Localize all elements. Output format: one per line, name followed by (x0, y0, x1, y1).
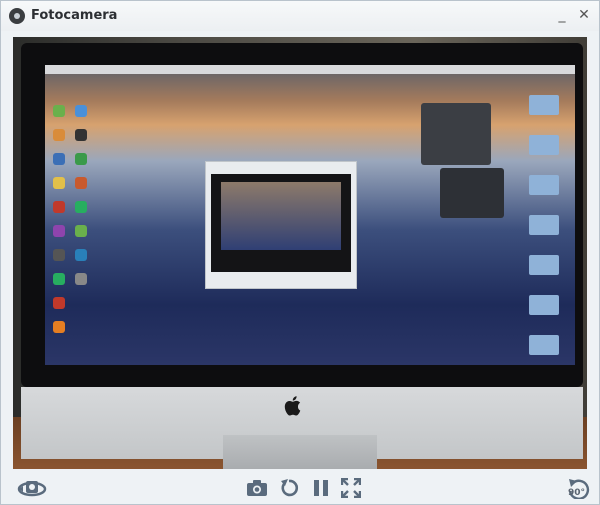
preview-nested-view (211, 174, 351, 272)
preview-menubar (45, 65, 575, 74)
preview-phone-panel-secondary (440, 168, 504, 218)
preview-imac-bezel (21, 43, 583, 387)
take-photo-button[interactable] (245, 476, 269, 500)
close-button[interactable]: ✕ (575, 6, 593, 24)
preview-imac-stand (223, 435, 377, 469)
preview-folders (523, 95, 573, 365)
preview-phone-panel (421, 103, 491, 165)
rotate-label: 90° (568, 488, 586, 498)
pause-button[interactable] (309, 476, 333, 500)
refresh-button[interactable] (277, 476, 301, 500)
camera-app-icon (9, 8, 25, 24)
fullscreen-button[interactable] (339, 476, 363, 500)
camera-preview (13, 37, 587, 469)
preview-screen (45, 65, 575, 365)
apple-logo-icon (284, 396, 301, 416)
window-title: Fotocamera (31, 8, 118, 23)
rotate-button[interactable]: 90° (567, 476, 593, 500)
camera-shutter-icon (247, 480, 267, 496)
switch-camera-icon (17, 481, 47, 497)
fullscreen-icon (341, 478, 361, 498)
control-bar: 90° (1, 471, 599, 504)
preview-app-icons (49, 105, 113, 355)
preview-nested-window (205, 161, 357, 289)
camera-window: Fotocamera _ ✕ 90° (0, 0, 600, 505)
minimize-button[interactable]: _ (553, 6, 571, 24)
switch-camera-button[interactable] (17, 476, 47, 500)
preview-nested-screen (221, 182, 341, 250)
title-bar: Fotocamera _ ✕ (1, 1, 599, 31)
refresh-icon (281, 479, 299, 497)
pause-icon (314, 480, 328, 496)
